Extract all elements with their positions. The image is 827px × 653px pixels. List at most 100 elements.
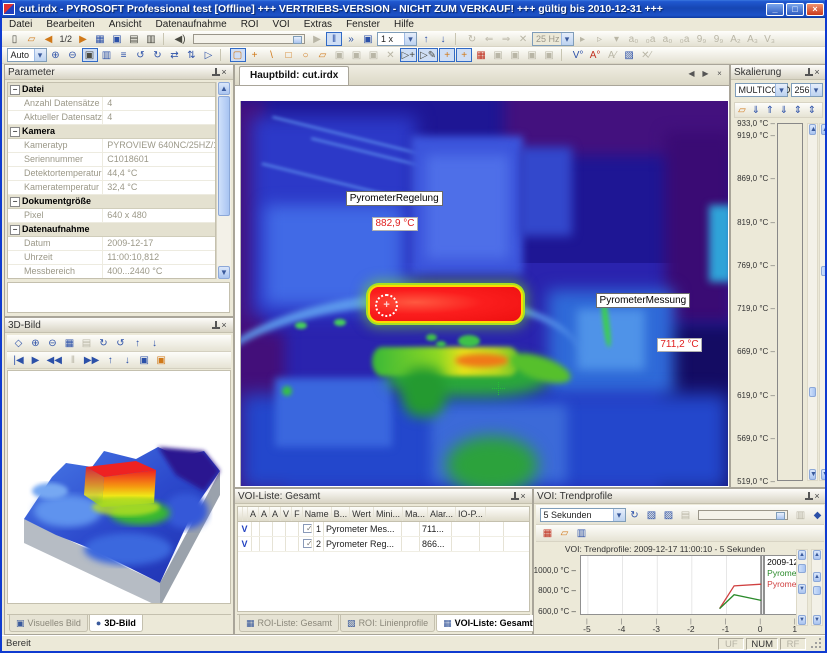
trend-scrollbar-left[interactable]: ▲ ▼ ▼ — [796, 549, 808, 626]
parameter-scrollbar[interactable]: ▲ ▼ — [216, 82, 231, 279]
pin-icon[interactable] — [205, 320, 217, 331]
menu-item[interactable]: VOI — [265, 19, 296, 30]
scale-min-slider[interactable]: ▲ ▼ — [807, 123, 818, 481]
layout-icon[interactable]: ▥ — [793, 508, 809, 522]
parameter-row[interactable]: Seriennummer C1018601 — [8, 153, 215, 167]
alarm-display-icon[interactable]: A° — [587, 48, 603, 62]
next-view-icon[interactable]: ▶ — [699, 68, 712, 81]
dup1-icon[interactable]: ▣ — [490, 48, 506, 62]
flip-vertical-icon[interactable]: ⇅ — [184, 48, 200, 62]
parameter-row[interactable]: Anzahl Datensätze 4 — [8, 97, 215, 111]
perspective-icon[interactable]: ◇ — [11, 336, 27, 350]
resize-grip[interactable] — [809, 638, 821, 650]
play-icon[interactable]: ▶ — [309, 32, 325, 46]
new-file-icon[interactable]: ▯ — [7, 32, 23, 46]
move-roi-icon[interactable]: ▷+ — [400, 48, 418, 62]
parameter-row[interactable]: Datum 2009-12-17 — [8, 237, 215, 251]
close-icon[interactable]: × — [811, 67, 823, 78]
first-frame-icon[interactable]: |◀ — [11, 353, 27, 367]
save-data-icon[interactable]: ▥ — [574, 526, 590, 540]
scroll-up-icon[interactable]: ▲ — [821, 124, 827, 135]
voi-chart-icon[interactable]: ▧ — [621, 48, 637, 62]
separator[interactable] — [561, 49, 567, 61]
snapshot-icon[interactable]: ▣ — [136, 353, 152, 367]
fast-forward-icon[interactable]: ▶▶ — [82, 353, 101, 367]
chart-add-icon[interactable]: ▧ — [644, 508, 660, 522]
dup2-icon[interactable]: ▣ — [507, 48, 523, 62]
pin-icon[interactable] — [798, 491, 810, 502]
ellipse-tool-icon[interactable]: ○ — [298, 48, 314, 62]
scale-max-up-icon[interactable]: ⇑ — [764, 103, 777, 117]
parameter-row[interactable]: Kameratemperatur 32,4 °C — [8, 181, 215, 195]
list-tab[interactable]: ▦ VOI-Liste: Gesamt — [436, 615, 540, 632]
separator[interactable] — [163, 33, 169, 45]
table-row[interactable]: V ✓ 2 Pyrometer Reg... 866... — [238, 537, 529, 552]
lower-icon[interactable]: ↓ — [147, 336, 163, 350]
menu-item[interactable]: Datei — [2, 19, 39, 30]
record-counter[interactable]: 1/2 — [58, 32, 75, 46]
document-tab[interactable]: Hauptbild: cut.irdx — [239, 66, 349, 85]
alarm-edit-icon[interactable]: A⁄ — [604, 48, 620, 62]
scroll-up-icon[interactable]: ▲ — [813, 550, 821, 560]
clear-icon[interactable]: ✕⁄ — [638, 48, 654, 62]
grid-dense-icon[interactable]: ▦ — [62, 336, 78, 350]
speaker-icon[interactable]: ◀) — [172, 32, 188, 46]
scroll-down-icon[interactable]: ▼ — [809, 469, 816, 480]
print-icon[interactable]: ▤ — [126, 32, 142, 46]
parameter-row[interactable]: Datenaufnahme — [8, 223, 215, 237]
roi-cross-marker[interactable] — [492, 382, 505, 395]
pause-trend-icon[interactable]: ◆ — [810, 508, 826, 522]
copy-roi-icon[interactable]: ▣ — [332, 48, 348, 62]
voi-display-icon[interactable]: V° — [570, 48, 586, 62]
maximize-button[interactable]: □ — [786, 3, 804, 16]
edit-roi-icon[interactable]: ▷✎ — [418, 48, 438, 62]
rotate-right-icon[interactable]: ↻ — [150, 48, 166, 62]
jump-up-icon[interactable]: ↑ — [418, 32, 434, 46]
pin-icon[interactable] — [798, 67, 810, 78]
parameter-row[interactable]: Pixel 640 x 480 — [8, 209, 215, 223]
voi-label-regelung[interactable]: PyrometerRegelung — [346, 191, 443, 206]
minimize-button[interactable]: _ — [766, 3, 784, 16]
rotate-left-icon[interactable]: ↺ — [133, 48, 149, 62]
voi-sub-icon[interactable]: V₃ — [762, 32, 778, 46]
delete-marker-icon[interactable]: ✕ — [515, 32, 531, 46]
reset-icon[interactable]: ↻ — [464, 32, 480, 46]
fit-window-icon[interactable]: ▣ — [82, 48, 98, 62]
chart-export-icon[interactable]: ▨ — [661, 508, 677, 522]
print-preview-icon[interactable]: ▥ — [143, 32, 159, 46]
scale-max-slider[interactable]: ▲ ▼ — [819, 123, 827, 481]
palette-combo[interactable]: MULTICOLOR — [735, 83, 789, 97]
separator[interactable] — [220, 49, 226, 61]
scale-max-down-icon[interactable]: ⇓ — [750, 103, 763, 117]
alarm-b-icon[interactable]: A₃ — [745, 32, 761, 46]
dup4-icon[interactable]: ▣ — [541, 48, 557, 62]
grid-light-icon[interactable]: ▤ — [79, 336, 95, 350]
scroll-up-icon[interactable]: ▲ — [809, 124, 816, 135]
scroll-up-icon[interactable]: ▲ — [798, 550, 806, 560]
visible-checkbox[interactable]: ✓ — [303, 539, 312, 548]
copy-roi2-icon[interactable]: ▣ — [349, 48, 365, 62]
interval-combo[interactable]: 5 Sekunden — [540, 508, 626, 522]
zero-b-icon[interactable]: ₀a — [677, 32, 693, 46]
next-record-icon[interactable]: ▶ — [75, 32, 91, 46]
rewind-icon[interactable]: ◀◀ — [45, 353, 64, 367]
step2-icon[interactable]: ▹ — [592, 32, 608, 46]
menu-item[interactable]: Fenster — [339, 19, 387, 30]
refresh-icon[interactable]: ↻ — [627, 508, 643, 522]
close-icon[interactable]: × — [218, 320, 230, 331]
open-file-icon[interactable]: ▱ — [24, 32, 40, 46]
voi-table-header[interactable]: AAAVFNameB...WertMini...Ma...Alar...IO-P… — [238, 507, 529, 522]
close-icon[interactable]: × — [811, 491, 823, 502]
visible-checkbox[interactable]: ✓ — [303, 524, 312, 533]
frequency-combo[interactable]: 25 Hz — [532, 32, 574, 46]
reset-view-icon[interactable]: ↻ — [96, 336, 112, 350]
table-row[interactable]: V ✓ 1 Pyrometer Mes... 711... — [238, 522, 529, 537]
scroll-down-icon[interactable]: ▼ — [798, 584, 806, 594]
print-icon[interactable]: ▤ — [678, 508, 694, 522]
undo-arrow-icon[interactable]: ⇐ — [481, 32, 497, 46]
auto-zero-icon[interactable]: a₀ — [626, 32, 642, 46]
delete-roi-icon[interactable]: ✕ — [383, 48, 399, 62]
position-slider[interactable] — [193, 34, 305, 44]
parameter-row[interactable]: Messbereich 400...2440 °C — [8, 265, 215, 279]
single-frame-icon[interactable]: ▣ — [360, 32, 376, 46]
